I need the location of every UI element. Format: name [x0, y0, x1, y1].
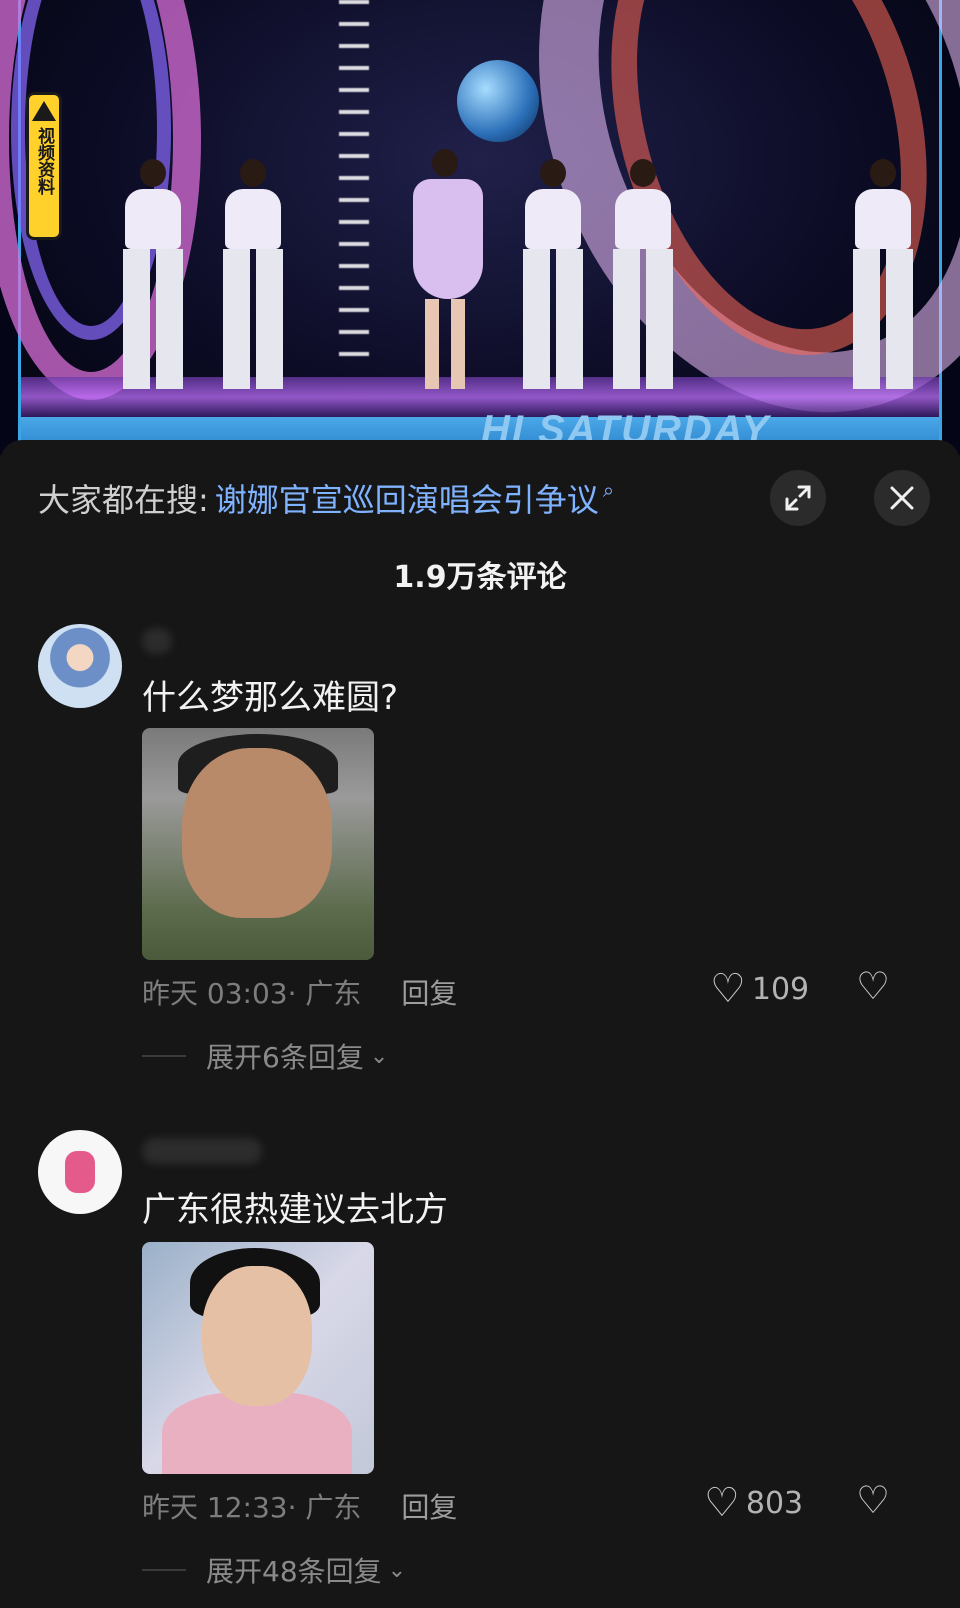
comment-time: 昨天 12:33 — [142, 1491, 288, 1524]
heart-icon: ♡ — [710, 966, 746, 1012]
comment-sheet: 大家都在搜: 谢娜官宣巡回演唱会引争议 ⌕ 1.9万条评论 什么梦那么难圆? 昨… — [0, 440, 960, 1608]
trending-search-term[interactable]: 谢娜官宣巡回演唱会引争议 — [215, 478, 599, 522]
divider-line — [142, 1569, 186, 1571]
expand-icon — [785, 485, 811, 511]
warning-icon — [32, 101, 56, 121]
comment-location: · 广东 — [287, 977, 362, 1010]
video-player[interactable]: HI SATURDAY 视频资料 — [0, 0, 960, 455]
chevron-down-icon: ⌄ — [369, 1043, 389, 1069]
trending-search-prefix: 大家都在搜: — [38, 481, 209, 519]
dislike-icon[interactable]: ♡ — [856, 964, 890, 1008]
expand-button[interactable] — [770, 470, 826, 526]
dancer — [611, 159, 675, 389]
heart-icon: ♡ — [704, 1480, 740, 1526]
reply-button[interactable]: 回复 — [401, 1486, 457, 1526]
comment-image[interactable] — [142, 1242, 374, 1474]
dislike-icon[interactable]: ♡ — [856, 1478, 890, 1522]
expand-replies-label: 展开48条回复 — [206, 1555, 382, 1588]
username-blurred[interactable] — [142, 628, 172, 654]
dancer — [221, 159, 285, 389]
comment-text: 什么梦那么难圆? — [142, 678, 399, 718]
reply-button[interactable]: 回复 — [401, 972, 457, 1012]
like-button[interactable]: ♡ 109 — [710, 966, 809, 1012]
video-frame: HI SATURDAY — [0, 0, 960, 455]
planet-prop — [457, 60, 539, 142]
singer — [413, 149, 483, 389]
avatar[interactable] — [38, 1130, 122, 1214]
chevron-down-icon: ⌄ — [387, 1557, 407, 1583]
close-icon — [890, 486, 914, 510]
like-count: 109 — [751, 971, 810, 1007]
comment-image[interactable] — [142, 728, 374, 960]
dancer — [121, 159, 185, 389]
expand-replies-button[interactable]: 展开48条回复 ⌄ — [142, 1550, 406, 1590]
video-badge: 视频资料 — [26, 92, 62, 240]
comment-meta: 昨天 12:33 · 广东 回复 — [142, 1486, 457, 1526]
close-button[interactable] — [874, 470, 930, 526]
search-icon: ⌕ — [602, 478, 615, 502]
trending-search[interactable]: 大家都在搜: 谢娜官宣巡回演唱会引争议 ⌕ — [38, 478, 614, 522]
comment-meta: 昨天 03:03 · 广东 回复 — [142, 972, 457, 1012]
comments-count: 1.9万条评论 — [393, 560, 567, 595]
expand-replies-button[interactable]: 展开6条回复 ⌄ — [142, 1036, 388, 1076]
comment-location: · 广东 — [287, 1491, 362, 1524]
comment-text: 广东很热建议去北方 — [142, 1190, 448, 1230]
dancer — [851, 159, 915, 389]
like-count: 803 — [745, 1485, 804, 1521]
comment-time: 昨天 03:03 — [142, 977, 288, 1010]
avatar[interactable] — [38, 624, 122, 708]
divider-line — [142, 1055, 186, 1057]
expand-replies-label: 展开6条回复 — [206, 1041, 364, 1074]
like-button[interactable]: ♡ 803 — [704, 1480, 803, 1526]
dancer — [521, 159, 585, 389]
light-column — [339, 0, 369, 360]
badge-label: 视频资料 — [34, 127, 54, 195]
username-blurred[interactable] — [142, 1138, 262, 1164]
